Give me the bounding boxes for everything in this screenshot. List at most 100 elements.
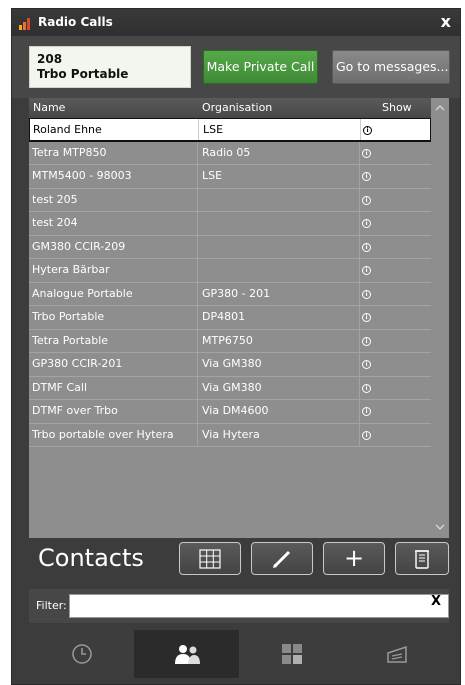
tab-history[interactable] (29, 630, 134, 678)
filter-label: Filter: (36, 599, 67, 612)
column-divider (359, 212, 360, 235)
signal-bars-icon (19, 17, 33, 30)
tab-contacts[interactable] (134, 630, 239, 678)
contact-name: Tetra Portable (32, 333, 109, 347)
contacts-toolbar: Contacts + (29, 540, 449, 580)
column-divider (197, 423, 198, 446)
column-divider (197, 400, 198, 423)
table-row[interactable]: Trbo portable over Hytera Via Hytera i (29, 423, 431, 447)
tab-keypad[interactable] (239, 630, 344, 678)
table-row[interactable]: Trbo Portable DP4801 i (29, 306, 431, 330)
filter-clear-button[interactable]: X (431, 594, 441, 609)
info-icon[interactable]: i (362, 266, 371, 275)
delete-contact-button[interactable] (395, 542, 449, 575)
window-title: Radio Calls (38, 15, 113, 29)
table-row[interactable]: DTMF over Trbo Via DM4600 i (29, 400, 431, 424)
contact-organisation: Via Hytera (202, 427, 260, 441)
column-divider (197, 212, 198, 235)
contact-organisation: LSE (202, 169, 223, 182)
column-divider (197, 282, 198, 305)
info-icon[interactable]: i (362, 172, 371, 181)
column-divider (359, 329, 360, 352)
make-private-call-button[interactable]: Make Private Call (203, 50, 318, 84)
table-row[interactable]: Analogue Portable GP380 - 201 i (29, 282, 431, 306)
tab-messages[interactable] (344, 630, 449, 678)
column-divider (359, 188, 360, 211)
column-divider (359, 376, 360, 399)
scroll-down-icon[interactable] (435, 522, 445, 532)
info-icon[interactable]: i (362, 313, 371, 322)
column-divider (359, 235, 360, 258)
bottom-tabs (29, 630, 449, 678)
table-row[interactable]: test 205 i (29, 188, 431, 212)
info-icon[interactable]: i (363, 126, 372, 135)
call-header: 208 Trbo Portable Make Private Call Go t… (12, 36, 460, 98)
contact-name: test 205 (32, 192, 78, 206)
add-contact-button[interactable]: + (323, 542, 385, 575)
contact-name: Trbo Portable (32, 310, 105, 323)
clock-icon (71, 644, 92, 664)
table-row[interactable]: MTM5400 - 98003 LSE i (29, 165, 431, 189)
contact-organisation: DP4801 (202, 310, 246, 323)
info-icon[interactable]: i (362, 430, 371, 440)
column-divider (359, 259, 360, 282)
table-row[interactable]: DTMF Call Via GM380 i (29, 376, 431, 400)
contact-organisation: Radio 05 (202, 145, 251, 159)
info-icon[interactable]: i (362, 383, 371, 393)
table-row[interactable]: Hytera Bärbar i (29, 259, 431, 283)
contact-name: MTM5400 - 98003 (32, 169, 132, 182)
column-divider (359, 282, 360, 305)
column-divider (359, 423, 360, 446)
contact-name: test 204 (32, 216, 78, 229)
table-row[interactable]: Roland Ehne LSE i (29, 118, 431, 142)
info-icon[interactable]: i (362, 407, 371, 416)
list-scrollbar[interactable] (431, 98, 449, 538)
info-icon[interactable]: i (362, 219, 371, 228)
table-row[interactable]: GM380 CCIR-209 i (29, 235, 431, 259)
contact-name: Roland Ehne (33, 123, 102, 136)
keypad-icon (281, 644, 302, 664)
table-row[interactable]: Tetra MTP850 Radio 05 i (29, 141, 431, 165)
column-divider (197, 329, 198, 352)
close-button[interactable]: x (441, 12, 451, 31)
go-to-messages-button[interactable]: Go to messages... (332, 50, 450, 84)
column-header-show[interactable]: Show (382, 101, 412, 114)
title-bar: Radio Calls x (12, 9, 460, 36)
contact-organisation: Via GM380 (202, 380, 262, 394)
caller-id: 208 (37, 52, 63, 66)
trash-icon (415, 550, 429, 569)
column-header-organisation[interactable]: Organisation (202, 101, 272, 114)
column-divider (360, 119, 361, 140)
filter-bar: Filter: X (29, 589, 449, 623)
column-divider (197, 141, 198, 164)
info-icon[interactable]: i (362, 336, 371, 346)
column-divider (198, 119, 199, 140)
info-icon[interactable]: i (362, 289, 371, 299)
column-divider (197, 353, 198, 376)
table-row[interactable]: test 204 i (29, 212, 431, 236)
table-row[interactable]: GP380 CCIR-201 Via GM380 i (29, 353, 431, 377)
column-header-name[interactable]: Name (33, 101, 65, 114)
filter-input[interactable] (69, 594, 449, 618)
column-divider (197, 306, 198, 329)
column-divider (197, 376, 198, 399)
column-divider (197, 259, 198, 282)
contact-name: DTMF over Trbo (32, 404, 118, 417)
grid-view-button[interactable] (179, 542, 241, 575)
contact-organisation: LSE (203, 123, 224, 136)
column-divider (359, 400, 360, 423)
contact-organisation: GP380 - 201 (202, 286, 271, 300)
column-divider (359, 141, 360, 164)
info-icon[interactable]: i (362, 195, 371, 205)
scroll-up-icon[interactable] (435, 103, 445, 113)
info-icon[interactable]: i (362, 148, 371, 158)
info-icon[interactable]: i (362, 360, 371, 369)
edit-contact-button[interactable] (251, 542, 313, 575)
contacts-label: Contacts (38, 544, 144, 572)
table-row[interactable]: Tetra Portable MTP6750 i (29, 329, 431, 353)
info-icon[interactable]: i (362, 242, 371, 252)
column-divider (197, 165, 198, 188)
list-header: Name Organisation Show (29, 98, 449, 118)
contact-name: Hytera Bärbar (32, 263, 110, 276)
contact-name: DTMF Call (32, 380, 88, 394)
